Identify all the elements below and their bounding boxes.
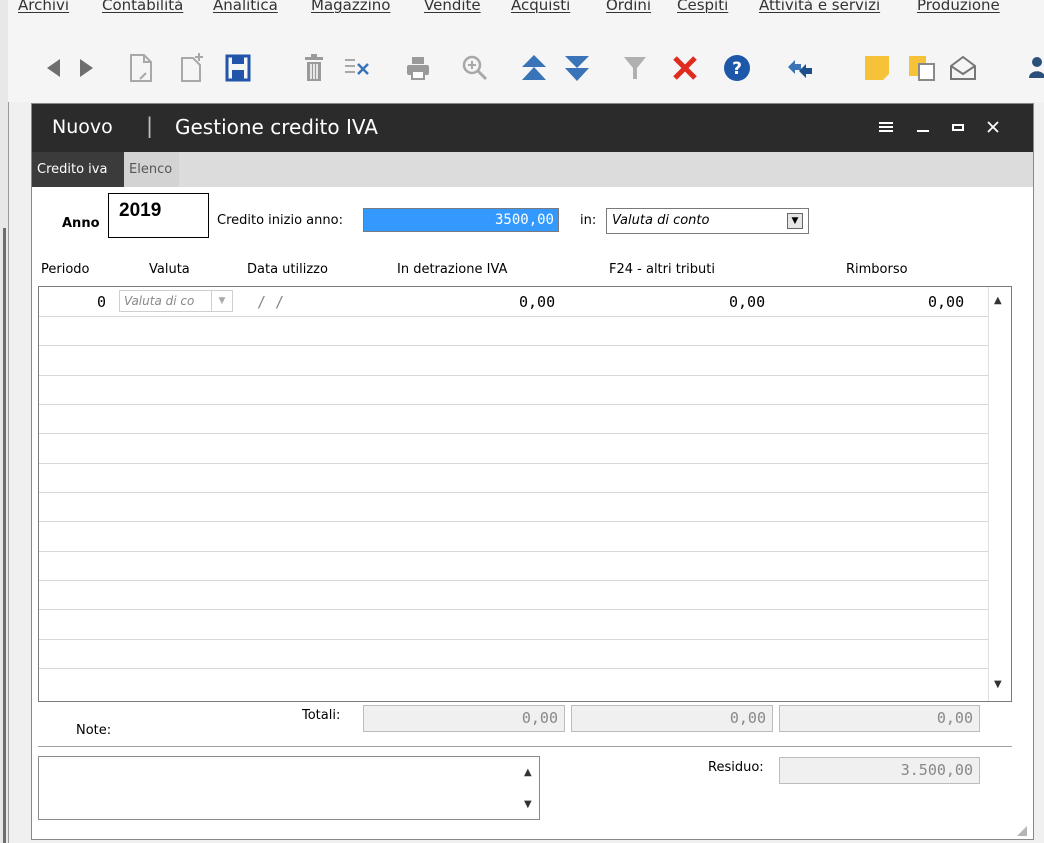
credito-inizio-anno-field[interactable]: 3500,00 [363,208,559,232]
col-f24-altri-tributi[interactable]: F24 - altri tributi [609,262,715,277]
chevron-down-icon[interactable]: ▼ [787,213,803,229]
table-row[interactable]: 0 Valuta di co ▼ / / 0,00 0,00 0,00 [39,287,989,315]
scroll-down-icon[interactable]: ▼ [524,799,532,810]
menu-magazzino[interactable]: Magazzino [311,0,390,14]
save-icon[interactable] [220,50,256,86]
window-left-edge [0,0,9,843]
title-separator: | [146,114,154,138]
process-icon[interactable] [782,50,818,86]
grid-scrollbar[interactable]: ▲ ▼ [988,287,1011,701]
minimize-icon[interactable] [912,116,934,138]
move-down-icon[interactable] [559,50,595,86]
scroll-up-icon[interactable]: ▲ [524,767,532,778]
maximize-icon[interactable] [947,116,969,138]
zoom-icon[interactable] [457,50,493,86]
close-icon[interactable] [982,116,1004,138]
cancel-icon[interactable] [667,50,703,86]
anno-field[interactable]: 2019 [108,193,209,238]
col-valuta[interactable]: Valuta [149,262,190,277]
residuo-field: 3.500,00 [779,757,980,784]
totale-f24: 0,00 [571,705,773,732]
scroll-up-icon[interactable]: ▲ [994,295,1002,306]
tab-elenco[interactable]: Elenco [124,152,179,187]
print-icon[interactable] [400,50,436,86]
chevron-down-icon[interactable]: ▼ [211,291,232,311]
menu-attivita-servizi[interactable]: Attività e servizi [759,0,880,14]
note-icon[interactable] [859,50,895,86]
valuta-select[interactable]: Valuta di conto ▼ [606,208,809,234]
note-textarea[interactable]: ▲ ▼ [38,756,540,820]
col-periodo[interactable]: Periodo [41,262,90,277]
cell-rimborso[interactable]: 0,00 [928,293,964,311]
move-up-icon[interactable] [516,50,552,86]
valuta-select-value: Valuta di conto [612,213,710,228]
help-icon[interactable]: ? [719,50,755,86]
totale-detrazione: 0,00 [363,705,565,732]
menu-archivi[interactable]: Archivi [18,0,69,14]
tab-credito-iva[interactable]: Credito iva [32,152,124,187]
menu-ordini[interactable]: Ordini [606,0,651,14]
menu-analitica[interactable]: Analitica [213,0,278,14]
tab-strip: Credito iva Elenco [32,152,1033,187]
anno-label: Anno [62,216,100,231]
menu-cespiti[interactable]: Cespiti [677,0,728,14]
window-title: Gestione credito IVA [175,115,378,139]
gestione-credito-iva-window: Nuovo | Gestione credito IVA Credito iva… [31,103,1034,840]
back-icon[interactable] [36,50,72,86]
folders-icon[interactable] [904,50,940,86]
menu-vendite[interactable]: Vendite [424,0,481,14]
edit-doc-icon[interactable] [123,50,159,86]
forward-icon[interactable] [68,50,104,86]
toolbar: ? [8,16,1044,102]
mail-icon[interactable] [945,50,981,86]
totale-rimborso: 0,00 [779,705,980,732]
menu-bar: Archivi Contabilità Analitica Magazzino … [8,0,1044,16]
menu-produzione[interactable]: Produzione [917,0,1000,14]
cell-detrazione[interactable]: 0,00 [519,293,555,311]
delete-row-icon[interactable] [338,50,374,86]
cell-valuta-value: Valuta di co [124,294,195,308]
cell-periodo[interactable]: 0 [97,293,106,311]
credito-grid: 0 Valuta di co ▼ / / 0,00 0,00 0,00 ▲ ▼ [38,286,1012,702]
in-label: in: [580,213,597,228]
resize-grip-icon[interactable] [1017,826,1027,836]
menu-contabilita[interactable]: Contabilità [102,0,183,14]
credito-inizio-anno-label: Credito inizio anno: [217,213,343,228]
cell-f24[interactable]: 0,00 [729,293,765,311]
note-scrollbar[interactable]: ▲ ▼ [517,757,539,819]
col-in-detrazione-iva[interactable]: In detrazione IVA [397,262,507,277]
window-titlebar: Nuovo | Gestione credito IVA [32,104,1033,152]
note-label: Note: [76,723,112,738]
user-icon[interactable] [1028,50,1044,86]
svg-text:?: ? [732,59,742,79]
menu-acquisti[interactable]: Acquisti [511,0,570,14]
scroll-down-icon[interactable]: ▼ [994,679,1002,690]
filter-icon[interactable] [617,50,653,86]
new-doc-icon[interactable] [174,50,210,86]
menu-icon[interactable] [875,116,897,138]
divider [38,746,1012,747]
totali-label: Totali: [302,708,341,723]
delete-icon[interactable] [296,50,332,86]
mode-label: Nuovo [52,116,113,138]
residuo-label: Residuo: [708,760,764,775]
cell-valuta[interactable]: Valuta di co ▼ [119,290,233,312]
col-rimborso[interactable]: Rimborso [846,262,908,277]
col-data-utilizzo[interactable]: Data utilizzo [247,262,328,277]
cell-data-utilizzo[interactable]: / / [257,293,284,311]
